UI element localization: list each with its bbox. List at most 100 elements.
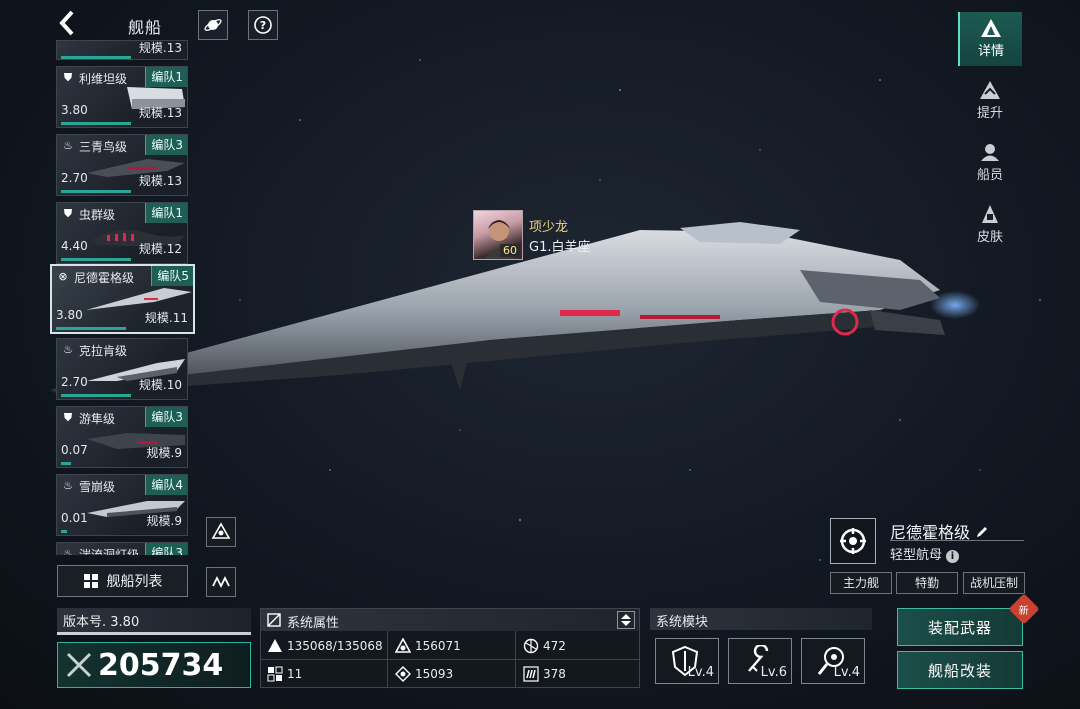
- ship-type-text: 轻型航母: [890, 548, 943, 563]
- fleet-tag: 编队3: [145, 543, 187, 555]
- flame-icon: ♨: [63, 547, 73, 555]
- ship-list[interactable]: 规模.13 ⛊ 利维坦级 编队1 3.80 规模.13 ♨ 三青鸟级 编队3 2…: [50, 40, 200, 555]
- stat-value: 15093: [415, 667, 454, 681]
- system-modules-title: 系统模块: [650, 608, 872, 630]
- ship-card[interactable]: ⛊ 利维坦级 编队1 3.80 规模.13: [56, 66, 188, 128]
- ship-name: 三青鸟级: [79, 140, 128, 154]
- tab-upgrade[interactable]: 提升: [958, 74, 1022, 128]
- ship-card[interactable]: ♨ 三青鸟级 编队3 2.70 规模.13: [56, 134, 188, 196]
- crossed-swords-icon: [66, 652, 92, 678]
- module-level: Lv.4: [833, 665, 860, 680]
- ship-score-bar: [61, 530, 67, 533]
- fleet-tag: 编队3: [145, 135, 187, 155]
- fleet-tag: 编队1: [145, 203, 187, 223]
- crosshair-icon: ⊗: [58, 270, 68, 283]
- stat-value: 472: [543, 639, 566, 653]
- module-slot[interactable]: Lv.4: [655, 638, 719, 684]
- scroll-toggle-button[interactable]: [617, 611, 635, 629]
- speed-icon: [523, 666, 539, 682]
- tab-crew[interactable]: 船员: [958, 136, 1022, 190]
- ship-card[interactable]: ♨ 克拉肯级 2.70 规模.10: [56, 338, 188, 400]
- stat-speed: 378: [523, 662, 566, 686]
- flame-icon: ♨: [63, 343, 73, 356]
- ship-score: 4.40: [61, 239, 88, 253]
- system-modules-panel: 系统模块 Lv.4 Lv.6 Lv.4: [650, 608, 872, 688]
- ship-tag: 特勤: [896, 572, 958, 594]
- combat-power: 205734: [57, 642, 251, 688]
- fleet-sort-button[interactable]: [206, 567, 236, 597]
- tab-details[interactable]: 详情: [958, 12, 1022, 66]
- grid-list-icon: [83, 574, 98, 588]
- info-icon[interactable]: i: [946, 550, 960, 563]
- stat-value: 156071: [415, 639, 461, 653]
- hull-icon: [395, 638, 411, 653]
- equip-weapons-button[interactable]: 装配武器: [897, 608, 1023, 646]
- armor-icon: [268, 639, 282, 652]
- shield-icon: ⛊: [63, 411, 73, 424]
- details-icon: [981, 19, 1001, 37]
- captain-title: G1.白羊座: [529, 240, 591, 255]
- module-slot[interactable]: Lv.6: [728, 638, 792, 684]
- captain-badge[interactable]: 60 项少龙 G1.白羊座: [473, 210, 613, 264]
- ship-score: 2.70: [61, 171, 88, 185]
- divider: [387, 631, 388, 687]
- ship-card[interactable]: ♨ 湍流洞灯级 编队3: [56, 542, 188, 555]
- ship-card-selected[interactable]: ⊗ 尼德霍格级 编队5 3.80 规模.11: [50, 264, 195, 334]
- ship-name: 虫群级: [79, 208, 116, 222]
- ship-score: 0.07: [61, 443, 88, 457]
- edit-icon[interactable]: [975, 525, 989, 539]
- stat-armor: 135068/135068: [267, 634, 383, 658]
- modify-ship-button[interactable]: 舰船改装: [897, 651, 1023, 689]
- help-button[interactable]: ?: [248, 10, 278, 40]
- target-icon: [395, 666, 411, 682]
- ship-card[interactable]: 规模.13: [56, 40, 188, 60]
- ship-card[interactable]: ⛊ 游隼级 编队3 0.07 规模.9: [56, 406, 188, 468]
- upgrade-icon: [980, 81, 1000, 99]
- chevron-left-icon: [59, 10, 74, 36]
- ship-score: 3.80: [61, 103, 88, 117]
- ship-name: 游隼级: [79, 412, 116, 426]
- crew-icon: [981, 144, 999, 161]
- ship-score-bar: [61, 122, 131, 125]
- version-panel: 版本号. 3.80 205734: [57, 608, 251, 688]
- formation-icon: [211, 522, 231, 539]
- ship-score-bar: [61, 462, 71, 465]
- ship-tags: 主力舰 特勤 战机压制: [830, 572, 1030, 594]
- captain-level: 60: [500, 244, 520, 257]
- ship-name: 雪崩级: [79, 480, 116, 494]
- fleet-tag: 编队5: [151, 266, 193, 286]
- ship-tag: 主力舰: [830, 572, 892, 594]
- ship-card[interactable]: ♨ 雪崩级 编队4 0.01 规模.9: [56, 474, 188, 536]
- module-slot[interactable]: Lv.4: [801, 638, 865, 684]
- crosshair-icon: [840, 528, 866, 554]
- stat-engine: 472: [523, 634, 566, 658]
- divider: [515, 631, 516, 687]
- back-button[interactable]: [56, 10, 86, 40]
- fleet-list-button[interactable]: 舰船列表: [57, 565, 188, 597]
- ship-score: 3.80: [56, 308, 83, 322]
- attributes-icon: [267, 613, 281, 627]
- fleet-tag: 编队1: [145, 67, 187, 87]
- shield-icon: ⛊: [63, 71, 73, 84]
- ship-scale: 规模.13: [138, 174, 182, 188]
- ship-score-bar: [61, 56, 131, 59]
- planet-button[interactable]: [198, 10, 228, 40]
- module-level: Lv.6: [760, 665, 787, 680]
- stat-hull: 156071: [395, 634, 461, 658]
- captain-name: 项少龙: [529, 220, 569, 235]
- fleet-formation-button[interactable]: [206, 517, 236, 547]
- ship-score-bar: [56, 327, 126, 330]
- ship-score-bar: [61, 258, 131, 261]
- tab-label: 详情: [977, 44, 1004, 59]
- version-underline: [57, 632, 251, 635]
- planet-icon: [204, 19, 222, 31]
- fleet-list-label: 舰船列表: [106, 574, 163, 590]
- skin-icon: [982, 205, 998, 223]
- flame-icon: ♨: [63, 139, 73, 152]
- ship-card[interactable]: ⛊ 虫群级 编队1 4.40 规模.12: [56, 202, 188, 264]
- tab-skin[interactable]: 皮肤: [958, 198, 1022, 252]
- divider: [261, 659, 639, 660]
- fleet-tag: 编队4: [145, 475, 187, 495]
- combat-power-value: 205734: [98, 647, 224, 683]
- module-level: Lv.4: [687, 665, 714, 680]
